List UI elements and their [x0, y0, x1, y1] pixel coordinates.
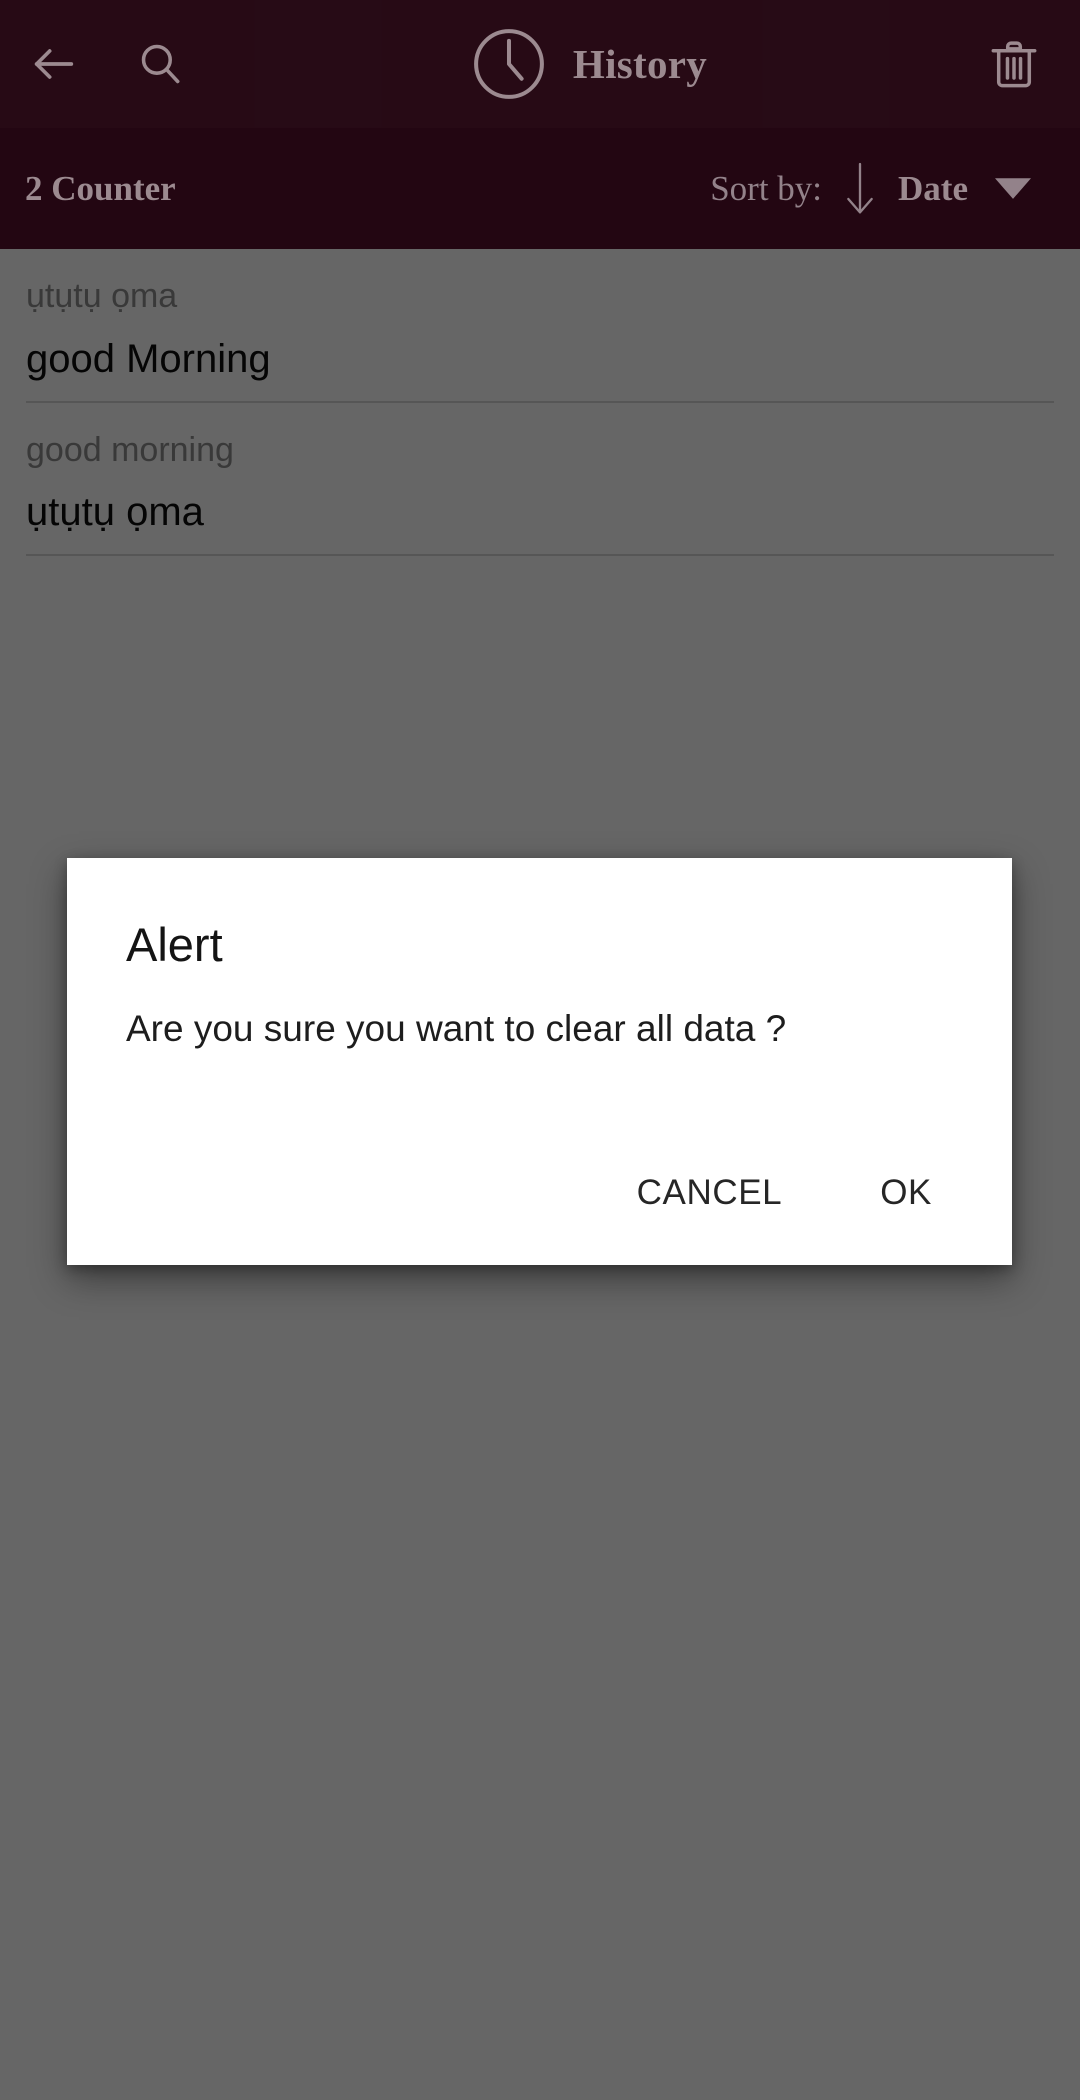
page-title: History: [572, 41, 708, 87]
counter-label: 2 Counter: [25, 168, 176, 208]
arrow-left-icon: [34, 49, 74, 79]
search-icon: [141, 44, 180, 84]
sort-dropdown-button[interactable]: [968, 159, 1058, 219]
arrow-down-icon: [847, 162, 873, 213]
trash-icon: [991, 41, 1037, 88]
dialog-message: Are you sure you want to clear all data …: [126, 1008, 787, 1049]
sort-direction-button[interactable]: [822, 159, 898, 219]
sort-controls: Sort by: Date: [710, 159, 1058, 219]
alert-dialog: Alert Are you sure you want to clear all…: [67, 858, 1012, 1265]
sort-value-label[interactable]: Date: [898, 169, 968, 209]
cancel-button[interactable]: CANCEL: [609, 1151, 811, 1235]
clear-all-button[interactable]: [968, 18, 1060, 110]
back-button[interactable]: [8, 18, 100, 110]
clock-icon: [473, 29, 544, 99]
dialog-title: Alert: [126, 918, 223, 971]
app-bar-title-group: History: [206, 22, 968, 106]
dialog-actions: CANCEL OK: [67, 1151, 1012, 1265]
search-button[interactable]: [114, 18, 206, 110]
ok-button[interactable]: OK: [852, 1151, 960, 1235]
sort-by-label: Sort by:: [710, 168, 823, 208]
caret-down-icon: [995, 177, 1031, 199]
app-bar: History: [0, 0, 1080, 128]
sub-bar: 2 Counter Sort by: Date: [0, 128, 1080, 249]
